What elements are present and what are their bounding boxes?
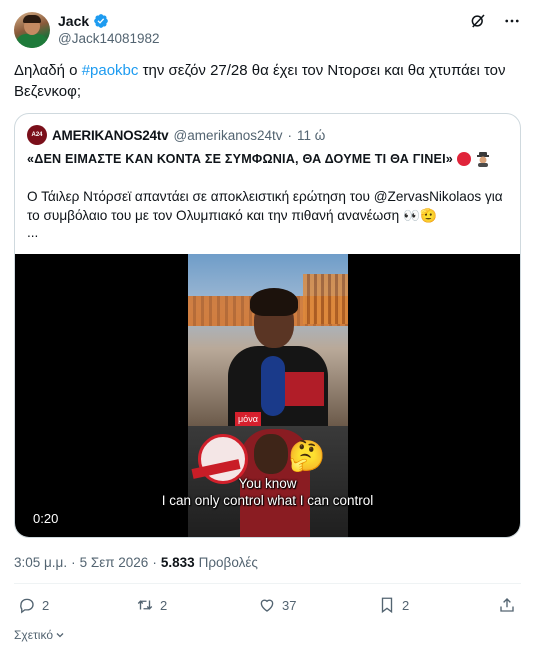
- repost-icon: [137, 600, 153, 610]
- views-label: Προβολές: [198, 555, 258, 570]
- heart-icon: [260, 599, 274, 612]
- grok-icon[interactable]: [469, 12, 487, 30]
- tweet-text: Δηλαδή ο #paokbc την σεζόν 27/28 θα έχει…: [14, 60, 519, 102]
- quote-ellipsis: ...: [27, 225, 39, 240]
- tweet-text-before: Δηλαδή ο: [14, 62, 82, 79]
- quoted-tweet[interactable]: A24 AMERIKANOS24tv @amerikanos24tv · 11 …: [14, 113, 521, 538]
- video-subtitle-line1: You know: [238, 476, 297, 491]
- related-dropdown[interactable]: Σχετικό: [14, 628, 65, 642]
- tweet-time[interactable]: 3:05 μ.μ.: [14, 555, 67, 570]
- quote-title: «ΔΕΝ ΕΙΜΑΣΤΕ ΚΑΝ ΚΟΝΤΑ ΣΕ ΣΥΜΦΩΝΙΑ, ΘΑ Δ…: [27, 151, 512, 167]
- quote-author-handle[interactable]: @amerikanos24tv: [173, 128, 282, 143]
- meta-dot-1: ·: [71, 555, 76, 570]
- bookmark-icon: [381, 597, 393, 614]
- quote-avatar[interactable]: A24: [27, 125, 47, 145]
- meta-dot-2: ·: [152, 555, 157, 570]
- video-caption-tag: μόνα: [235, 412, 261, 426]
- bookmark-button[interactable]: 2: [378, 596, 409, 614]
- red-circle-icon: [457, 152, 471, 166]
- like-button[interactable]: 37: [258, 596, 296, 614]
- quote-title-text: «ΔΕΝ ΕΙΜΑΣΤΕ ΚΑΝ ΚΟΝΤΑ ΣΕ ΣΥΜΦΩΝΙΑ, ΘΑ Δ…: [27, 152, 453, 166]
- reply-button[interactable]: 2: [18, 596, 49, 614]
- video-subtitle-line2: I can only control what I can control: [161, 493, 374, 508]
- quote-separator: ·: [287, 127, 293, 143]
- like-count: 37: [282, 597, 297, 613]
- bookmark-count: 2: [402, 597, 410, 613]
- repost-count: 2: [160, 597, 168, 613]
- views-count: 5.833: [160, 555, 195, 570]
- tweet-date[interactable]: 5 Σεπ 2026: [80, 555, 149, 570]
- detective-icon: [477, 152, 489, 167]
- chevron-down-icon: [56, 633, 64, 638]
- tweet-actions: 2 2 37 2: [14, 596, 521, 616]
- quote-author-name[interactable]: AMERIKANOS24tv: [52, 128, 169, 143]
- tweet-meta: 3:05 μ.μ. · 5 Σεπ 2026 · 5.833 Προβολές: [14, 555, 258, 570]
- author-handle[interactable]: @Jack14081982: [58, 31, 160, 46]
- quote-body: Ο Τάιλερ Ντόρσεϊ απαντάει σε αποκλειστικ…: [27, 189, 503, 223]
- reply-count: 2: [42, 597, 50, 613]
- more-icon[interactable]: [503, 12, 521, 30]
- repost-button[interactable]: 2: [136, 596, 167, 614]
- divider: [14, 583, 521, 584]
- verified-badge-icon: [94, 14, 108, 28]
- author-avatar[interactable]: [14, 12, 50, 48]
- tweet-header: Jack @Jack14081982: [14, 12, 521, 52]
- header-actions: [469, 12, 521, 30]
- share-button[interactable]: [498, 596, 516, 614]
- share-icon: [500, 598, 514, 612]
- quote-time[interactable]: 11 ώ: [297, 128, 325, 143]
- related-label: Σχετικό: [14, 628, 53, 642]
- thinking-emoji: 🤔: [288, 440, 326, 473]
- author-name-row[interactable]: Jack: [58, 12, 109, 30]
- hashtag-link[interactable]: #paokbc: [82, 62, 139, 79]
- video-player[interactable]: μόνα 🤔 You know I can only control what …: [15, 254, 520, 537]
- author-display-name[interactable]: Jack: [58, 13, 89, 29]
- microphone: [261, 356, 285, 416]
- quote-header: A24 AMERIKANOS24tv @amerikanos24tv · 11 …: [27, 125, 325, 145]
- reply-icon: [20, 598, 34, 614]
- video-timestamp: 0:20: [33, 511, 59, 526]
